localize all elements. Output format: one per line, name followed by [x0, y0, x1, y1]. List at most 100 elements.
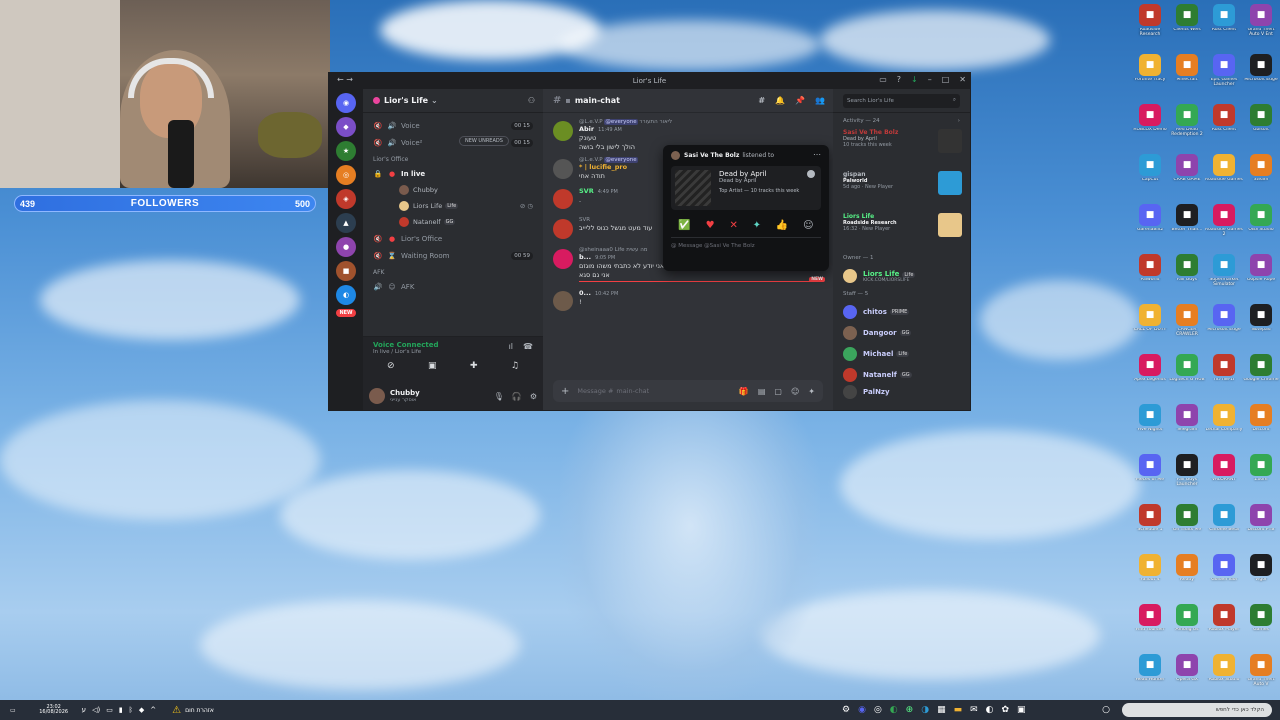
desktop-icon[interactable]: ■ Roadside Games	[1205, 154, 1243, 202]
steam-icon[interactable]: ⚙	[842, 705, 850, 715]
member-row[interactable]: PalNzy	[833, 385, 970, 399]
volume-icon[interactable]: ◁)	[92, 706, 100, 714]
microphone-icon[interactable]: 🎙	[494, 392, 504, 401]
desktop-icon[interactable]: ■ Find Yourself	[1132, 604, 1168, 652]
server-icon[interactable]: ★	[336, 141, 356, 161]
chrome-2-icon[interactable]: ◐	[986, 705, 994, 715]
desktop-icon[interactable]: ■ Discord PTB	[1243, 504, 1279, 552]
desktop-icon[interactable]: ■ Head Hunter	[1132, 654, 1168, 702]
invite-icon[interactable]: ⚇	[528, 96, 535, 105]
avatar[interactable]	[553, 159, 573, 179]
avatar[interactable]	[553, 189, 573, 209]
download-icon[interactable]: ↓	[911, 75, 918, 84]
message-author[interactable]: b...	[579, 253, 591, 261]
bluetooth-icon[interactable]: ᛒ	[129, 706, 133, 714]
camera-off-icon[interactable]: ⊘	[387, 361, 395, 371]
chevron-right-icon[interactable]: ›	[958, 118, 960, 124]
battery-icon[interactable]: ▮	[119, 706, 123, 714]
desktop-icon[interactable]: ■ Apex Legends	[1132, 354, 1168, 402]
shield-icon[interactable]: ◆	[139, 706, 144, 714]
member-row[interactable]: Dangoor GG	[833, 322, 970, 343]
desktop-icon[interactable]: ■ Notepad	[1243, 304, 1279, 352]
desktop-icon[interactable]: ■ Clients Wels	[1169, 4, 1205, 52]
desktop-icon[interactable]: ■ Oopsie Rope	[1243, 254, 1279, 302]
desktop-icon[interactable]: ■ Roadside Games 2	[1205, 204, 1243, 252]
heat-warning[interactable]: ⚠ אזהרת חום	[172, 705, 214, 716]
back-arrow-icon[interactable]: ← →	[337, 75, 353, 84]
desktop-icon[interactable]: ■ CRAB GAME	[1169, 154, 1205, 202]
desktop-icon[interactable]: ■ Ready	[1169, 554, 1205, 602]
channel-lior-office[interactable]: 🔇 ● Lior's Office	[363, 230, 543, 247]
chat-message[interactable]: 0... 10:42 PM !	[543, 289, 833, 313]
explorer-icon[interactable]: ▬	[954, 705, 963, 715]
tray-chevron-icon[interactable]: ^	[150, 706, 156, 714]
maximize-button[interactable]: □	[942, 75, 950, 84]
taskbar-clock[interactable]: 23:02 16/08/2026	[34, 704, 74, 716]
desktop-icon[interactable]: ■ Minecraft	[1169, 54, 1205, 102]
settings-gear-icon[interactable]: ⚙	[530, 392, 537, 401]
desktop-icon[interactable]: ■ Epic Games Launcher	[1206, 54, 1242, 102]
server-icon[interactable]: ■	[336, 261, 356, 281]
avatar[interactable]	[369, 388, 385, 404]
inbox-icon[interactable]: ▭	[879, 75, 887, 84]
taskbar-search[interactable]: הקלד כאן כדי לחפש	[1122, 703, 1272, 717]
store-icon[interactable]: ▦	[937, 705, 946, 715]
notification-icon[interactable]: ▭	[10, 707, 16, 714]
popup-message-input[interactable]: @ Message @Sasi Ve The Bolz	[671, 237, 821, 249]
message-author[interactable]: Abir	[579, 125, 594, 133]
desktop-icon[interactable]: ■ Steam	[1243, 154, 1279, 202]
activity-card[interactable]: Liors Life Roadside Research 16:32 · New…	[843, 213, 962, 251]
message-composer[interactable]: + Message # main-chat 🎁 ▤ ▢ ☺ ✦	[553, 380, 823, 402]
desktop-icon[interactable]: ■ Palworld	[1132, 254, 1168, 302]
photos-icon[interactable]: ✿	[1002, 705, 1010, 715]
desktop-icon[interactable]: ■ ROBLOX Demo	[1132, 104, 1168, 152]
bell-icon[interactable]: 🔔	[775, 96, 785, 105]
avatar[interactable]	[553, 249, 573, 269]
track-card[interactable]: Dead by April Dead by April Top Artist —…	[671, 166, 821, 210]
desktop-icon[interactable]: ■ CapCut	[1132, 154, 1168, 202]
desktop-icon[interactable]: ■ Chrome Beta	[1206, 504, 1242, 552]
disconnect-icon[interactable]: ☎	[523, 342, 533, 351]
reaction-heart-icon[interactable]: ♥	[706, 220, 715, 231]
voice-member[interactable]: Natanelf GG	[363, 214, 543, 230]
reaction-thumbs-up-icon[interactable]: 👍	[776, 220, 788, 231]
desktop-icon[interactable]: ■ Microsoft Edge	[1206, 304, 1242, 352]
desktop-icon[interactable]: ■ נגישות כוח	[1206, 354, 1242, 402]
language-icon[interactable]: ע	[82, 706, 86, 714]
desktop-icon[interactable]: ■ Google Chrome	[1243, 354, 1279, 402]
avatar[interactable]	[553, 121, 573, 141]
obs-icon[interactable]: ◎	[874, 705, 882, 715]
message-author[interactable]: * | lucifie_pro	[579, 163, 627, 171]
desktop-icon[interactable]: ■ Discord	[1243, 404, 1279, 452]
desktop-icon[interactable]: ■ OBS Studio	[1243, 204, 1279, 252]
desktop-icon[interactable]: ■ Schedule 1	[1132, 504, 1168, 552]
desktop-icon[interactable]: ■ Fortnite Tracy	[1132, 54, 1168, 102]
reaction-check-icon[interactable]: ✅	[678, 220, 690, 231]
desktop-icon[interactable]: ■ Opera GX	[1169, 654, 1205, 702]
more-options-icon[interactable]: ⋯	[813, 150, 821, 159]
desktop-icon[interactable]: ■ Grand Theft Auto V	[1243, 654, 1279, 702]
emoji-icon[interactable]: ☺	[791, 387, 799, 396]
gift-icon[interactable]: 🎁	[739, 387, 749, 396]
desktop-icon[interactable]: ■ Lethal Company	[1206, 404, 1242, 452]
desktop-icon[interactable]: ■ Fallout 4	[1132, 554, 1168, 602]
network-icon[interactable]: ▭	[106, 706, 113, 714]
gif-icon[interactable]: ▤	[758, 387, 766, 396]
screen-share-icon[interactable]: ▣	[428, 361, 437, 371]
desktop-icon[interactable]: ■ Fall Guys Launcher	[1169, 454, 1205, 502]
member-row[interactable]: chitos PRIME	[833, 301, 970, 322]
desktop-icon[interactable]: ■ Telegram	[1169, 404, 1205, 452]
desktop-icon[interactable]: ■ Rust Client	[1206, 104, 1242, 152]
pin-icon[interactable]: 📌	[795, 96, 805, 105]
desktop-icon[interactable]: ■ Fall Guys	[1169, 254, 1205, 302]
popup-user[interactable]: Sasi Ve The Bolz	[684, 152, 739, 159]
chrome-icon[interactable]: ◐	[890, 705, 898, 715]
server-icon[interactable]: ◎	[336, 165, 356, 185]
task-view-icon[interactable]: ▣	[1017, 705, 1026, 715]
desktop-icon[interactable]: ■ Zoom	[1243, 454, 1279, 502]
server-icon[interactable]: ◆	[336, 117, 356, 137]
server-icon[interactable]: ◐	[336, 285, 356, 305]
signal-icon[interactable]: ıl	[509, 342, 513, 351]
message-author[interactable]: SVR	[579, 187, 594, 195]
add-attachment-icon[interactable]: +	[561, 386, 569, 397]
